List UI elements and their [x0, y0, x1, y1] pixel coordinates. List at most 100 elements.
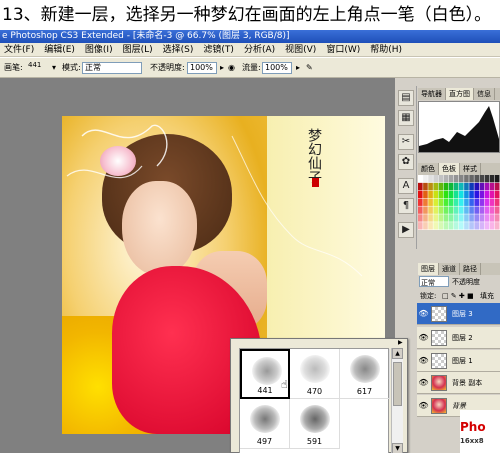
- swatch-cell[interactable]: [459, 175, 464, 183]
- tab-navigator[interactable]: 导航器: [418, 88, 446, 100]
- menu-help[interactable]: 帮助(H): [366, 43, 408, 56]
- swatch-cell[interactable]: [453, 182, 459, 191]
- swatch-cell[interactable]: [464, 190, 469, 199]
- scroll-thumb[interactable]: [393, 362, 402, 406]
- tab-info[interactable]: 信息: [474, 88, 495, 100]
- swatch-cell[interactable]: [479, 206, 485, 214]
- actions-icon[interactable]: ▶: [398, 222, 414, 238]
- swatch-cell[interactable]: [438, 182, 444, 191]
- brush-picker-arrow-icon[interactable]: ▾: [52, 58, 56, 77]
- swatch-cell[interactable]: [423, 206, 428, 214]
- swatch-cell[interactable]: [418, 222, 423, 230]
- brush-tip[interactable]: 441: [240, 349, 290, 399]
- swatch-cell[interactable]: [433, 222, 438, 230]
- opacity-arrow-icon[interactable]: ▸: [220, 58, 224, 77]
- swatch-cell[interactable]: [433, 198, 438, 206]
- navigator-icon[interactable]: ▤: [398, 90, 414, 106]
- swatch-cell[interactable]: [489, 206, 495, 214]
- swatch-cell[interactable]: [479, 198, 485, 206]
- swatch-cell[interactable]: [484, 222, 490, 230]
- swatch-cell[interactable]: [489, 222, 495, 230]
- swatch-cell[interactable]: [474, 222, 479, 230]
- swatch-cell[interactable]: [489, 198, 495, 206]
- swatch-cell[interactable]: [484, 214, 490, 222]
- swatch-cell[interactable]: [479, 214, 485, 222]
- swatch-cell[interactable]: [469, 182, 474, 191]
- tab-color[interactable]: 颜色: [418, 163, 439, 175]
- swatch-cell[interactable]: [443, 222, 449, 230]
- swatch-cell[interactable]: [428, 190, 433, 199]
- swatch-cell[interactable]: [464, 222, 469, 230]
- layer-row[interactable]: 👁 图层 1: [417, 350, 500, 372]
- swatch-cell[interactable]: [423, 214, 428, 222]
- swatch-cell[interactable]: [474, 182, 479, 191]
- swatch-cell[interactable]: [459, 190, 464, 199]
- swatch-cell[interactable]: [459, 182, 464, 191]
- swatches-grid[interactable]: [418, 175, 500, 230]
- character-icon[interactable]: A: [398, 178, 414, 194]
- brush-tip[interactable]: 617: [340, 349, 390, 399]
- flow-field[interactable]: 100%: [262, 62, 292, 74]
- mode-select[interactable]: 正常: [82, 62, 142, 74]
- swatch-cell[interactable]: [418, 214, 423, 222]
- swatch-cell[interactable]: [443, 214, 449, 222]
- swatch-cell[interactable]: [459, 214, 464, 222]
- swatches-svg[interactable]: [418, 175, 500, 230]
- swatch-cell[interactable]: [448, 214, 454, 222]
- swatch-cell[interactable]: [474, 198, 479, 206]
- swatch-cell[interactable]: [428, 182, 433, 191]
- swatch-cell[interactable]: [423, 175, 428, 183]
- swatch-cell[interactable]: [494, 175, 500, 183]
- menu-select[interactable]: 选择(S): [159, 43, 200, 56]
- swatch-cell[interactable]: [423, 190, 428, 199]
- brush-tip[interactable]: 591: [290, 399, 340, 449]
- swatch-cell[interactable]: [453, 175, 459, 183]
- swatch-cell[interactable]: [443, 206, 449, 214]
- airbrush-toggle-icon[interactable]: ◉: [228, 58, 235, 77]
- brush-preset-picker[interactable]: ▶ 441 470 617 497 591 ▲ ▼: [230, 338, 408, 453]
- swatch-cell[interactable]: [433, 182, 438, 191]
- eye-icon[interactable]: 👁: [418, 401, 429, 411]
- swatch-cell[interactable]: [494, 198, 500, 206]
- eye-icon[interactable]: 👁: [418, 378, 429, 388]
- paragraph-icon[interactable]: ¶: [398, 198, 414, 214]
- opacity-field[interactable]: 100%: [187, 62, 217, 74]
- lock-icons[interactable]: □ ✎ ✚ ■: [442, 291, 474, 302]
- swatch-cell[interactable]: [484, 190, 490, 199]
- swatch-cell[interactable]: [479, 222, 485, 230]
- swatch-cell[interactable]: [448, 175, 454, 183]
- swatch-cell[interactable]: [469, 190, 474, 199]
- tab-channels[interactable]: 通道: [439, 263, 460, 275]
- swatch-cell[interactable]: [453, 198, 459, 206]
- swatch-cell[interactable]: [469, 206, 474, 214]
- swatch-cell[interactable]: [494, 214, 500, 222]
- history-icon[interactable]: ▦: [398, 110, 414, 126]
- swatch-cell[interactable]: [418, 175, 423, 183]
- swatch-cell[interactable]: [438, 206, 444, 214]
- swatch-cell[interactable]: [464, 214, 469, 222]
- menu-analysis[interactable]: 分析(A): [240, 43, 281, 56]
- scroll-up-icon[interactable]: ▲: [392, 348, 403, 359]
- swatch-cell[interactable]: [484, 198, 490, 206]
- swatch-cell[interactable]: [494, 182, 500, 191]
- swatch-cell[interactable]: [489, 175, 495, 183]
- menu-layer[interactable]: 图层(L): [119, 43, 159, 56]
- swatch-cell[interactable]: [428, 222, 433, 230]
- swatch-cell[interactable]: [433, 206, 438, 214]
- scroll-down-icon[interactable]: ▼: [392, 443, 403, 453]
- layer-row[interactable]: 👁 背景 副本: [417, 372, 500, 394]
- swatch-cell[interactable]: [438, 198, 444, 206]
- swatch-cell[interactable]: [464, 198, 469, 206]
- swatch-cell[interactable]: [494, 206, 500, 214]
- swatch-cell[interactable]: [464, 182, 469, 191]
- swatch-cell[interactable]: [489, 182, 495, 191]
- swatch-cell[interactable]: [464, 175, 469, 183]
- menu-filter[interactable]: 滤镜(T): [199, 43, 240, 56]
- menu-window[interactable]: 窗口(W): [322, 43, 366, 56]
- swatch-cell[interactable]: [438, 190, 444, 199]
- swatch-cell[interactable]: [443, 182, 449, 191]
- swatch-cell[interactable]: [459, 222, 464, 230]
- swatch-cell[interactable]: [448, 190, 454, 199]
- swatch-cell[interactable]: [443, 198, 449, 206]
- swatch-cell[interactable]: [453, 214, 459, 222]
